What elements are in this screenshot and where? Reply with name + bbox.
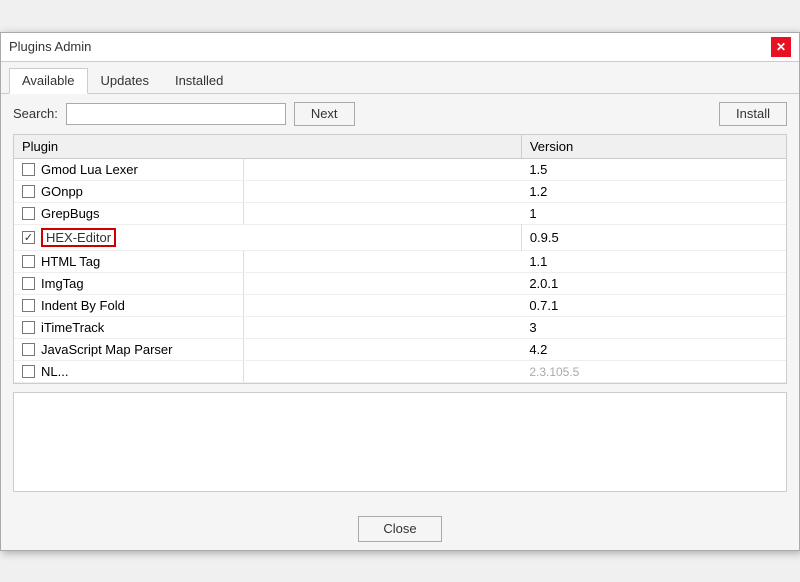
plugin-name-cell: JavaScript Map Parser bbox=[14, 339, 244, 360]
plugin-name-label: JavaScript Map Parser bbox=[41, 342, 173, 357]
table-row[interactable]: Indent By Fold 0.7.1 bbox=[14, 294, 786, 316]
plugin-version-cell: 2.3.105.5 bbox=[521, 360, 786, 382]
plugin-name-label: GOnpp bbox=[41, 184, 83, 199]
plugin-name-label: HEX-Editor bbox=[41, 228, 116, 247]
plugin-name-cell: ImgTag bbox=[14, 273, 244, 294]
plugin-version-cell: 1.5 bbox=[521, 158, 786, 180]
plugin-checkbox[interactable] bbox=[22, 185, 35, 198]
table-row[interactable]: Gmod Lua Lexer 1.5 bbox=[14, 158, 786, 180]
tab-installed[interactable]: Installed bbox=[162, 68, 236, 93]
plugin-name-cell: GrepBugs bbox=[14, 203, 244, 224]
search-label: Search: bbox=[13, 106, 58, 121]
plugin-name-label: iTimeTrack bbox=[41, 320, 104, 335]
title-bar: Plugins Admin ✕ bbox=[1, 33, 799, 62]
plugin-checkbox[interactable] bbox=[22, 255, 35, 268]
search-input[interactable] bbox=[66, 103, 286, 125]
plugin-version-cell: 0.7.1 bbox=[521, 294, 786, 316]
table-row[interactable]: HTML Tag 1.1 bbox=[14, 250, 786, 272]
plugin-table-container[interactable]: Plugin Version Gmod Lua Lexer 1.5 GOnpp 1.2… bbox=[13, 134, 787, 384]
plugin-name-cell: iTimeTrack bbox=[14, 317, 244, 338]
plugin-version-cell: 1.1 bbox=[521, 250, 786, 272]
plugin-checkbox[interactable] bbox=[22, 231, 35, 244]
plugin-name-label: ImgTag bbox=[41, 276, 84, 291]
install-button[interactable]: Install bbox=[719, 102, 787, 126]
content-area: Plugin Version Gmod Lua Lexer 1.5 GOnpp 1.2… bbox=[1, 134, 799, 500]
plugin-name-label: HTML Tag bbox=[41, 254, 100, 269]
plugin-version-cell: 1.2 bbox=[521, 180, 786, 202]
col-header-plugin: Plugin bbox=[14, 135, 521, 159]
plugins-admin-window: Plugins Admin ✕ Available Updates Instal… bbox=[0, 32, 800, 551]
plugin-checkbox[interactable] bbox=[22, 321, 35, 334]
plugin-checkbox[interactable] bbox=[22, 277, 35, 290]
plugin-name-label: Gmod Lua Lexer bbox=[41, 162, 138, 177]
table-row[interactable]: GrepBugs 1 bbox=[14, 202, 786, 224]
table-row[interactable]: iTimeTrack 3 bbox=[14, 316, 786, 338]
table-row[interactable]: JavaScript Map Parser 4.2 bbox=[14, 338, 786, 360]
close-button[interactable]: Close bbox=[358, 516, 441, 542]
plugin-name-cell: HEX-Editor bbox=[14, 224, 521, 250]
footer: Close bbox=[1, 500, 799, 550]
table-row[interactable]: NL... 2.3.105.5 bbox=[14, 360, 786, 382]
next-button[interactable]: Next bbox=[294, 102, 355, 126]
plugin-checkbox[interactable] bbox=[22, 207, 35, 220]
plugin-checkbox[interactable] bbox=[22, 365, 35, 378]
plugin-name-label: GrepBugs bbox=[41, 206, 100, 221]
plugin-name-cell: HTML Tag bbox=[14, 251, 244, 272]
plugin-version-cell: 3 bbox=[521, 316, 786, 338]
window-close-button[interactable]: ✕ bbox=[771, 37, 791, 57]
plugin-checkbox[interactable] bbox=[22, 299, 35, 312]
plugin-checkbox[interactable] bbox=[22, 343, 35, 356]
table-row[interactable]: HEX-Editor 0.9.5 bbox=[14, 224, 786, 250]
col-header-version: Version bbox=[521, 135, 786, 159]
plugin-name-cell: GOnpp bbox=[14, 181, 244, 202]
plugin-name-label: NL... bbox=[41, 364, 68, 379]
plugin-table: Plugin Version Gmod Lua Lexer 1.5 GOnpp 1.2… bbox=[14, 135, 786, 383]
table-row[interactable]: GOnpp 1.2 bbox=[14, 180, 786, 202]
plugin-version-cell: 2.0.1 bbox=[521, 272, 786, 294]
description-box[interactable] bbox=[13, 392, 787, 492]
tab-available[interactable]: Available bbox=[9, 68, 88, 94]
tab-updates[interactable]: Updates bbox=[88, 68, 162, 93]
plugin-name-cell: Gmod Lua Lexer bbox=[14, 159, 244, 180]
plugin-version-cell: 4.2 bbox=[521, 338, 786, 360]
plugin-table-wrapper: Plugin Version Gmod Lua Lexer 1.5 GOnpp 1.2… bbox=[13, 134, 787, 384]
plugin-version-cell: 0.9.5 bbox=[521, 224, 786, 250]
plugin-version-cell: 1 bbox=[521, 202, 786, 224]
plugin-name-cell: Indent By Fold bbox=[14, 295, 244, 316]
plugin-checkbox[interactable] bbox=[22, 163, 35, 176]
plugin-name-label: Indent By Fold bbox=[41, 298, 125, 313]
plugin-name-cell: NL... bbox=[14, 361, 244, 382]
tabs-container: Available Updates Installed bbox=[1, 62, 799, 94]
window-title: Plugins Admin bbox=[9, 39, 91, 54]
table-row[interactable]: ImgTag 2.0.1 bbox=[14, 272, 786, 294]
toolbar: Search: Next Install bbox=[1, 94, 799, 134]
